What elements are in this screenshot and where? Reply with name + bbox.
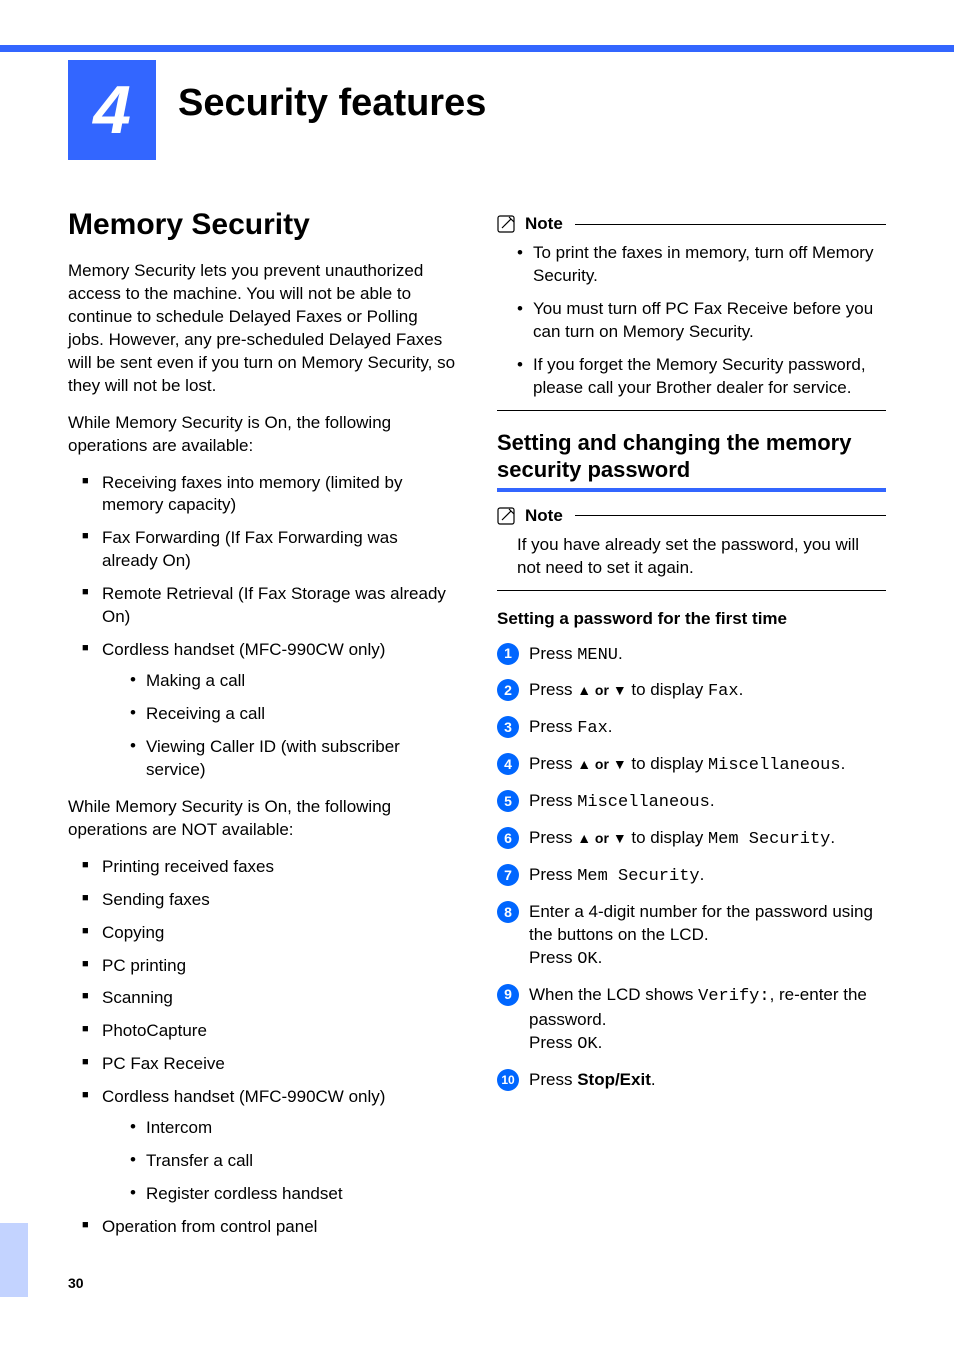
procedure-heading: Setting a password for the first time [497, 609, 886, 629]
list-item: Sending faxes [82, 889, 457, 912]
chapter-header: 4 Security features [68, 62, 886, 160]
not-available-list: Printing received faxes Sending faxes Co… [82, 856, 457, 1239]
step: 6 Press ▲ or ▼ to display Mem Security. [497, 827, 886, 852]
list-item: Printing received faxes [82, 856, 457, 879]
step-number-icon: 10 [497, 1069, 519, 1091]
list-item-label: Cordless handset (MFC-990CW only) [102, 640, 385, 659]
step-number-icon: 4 [497, 753, 519, 775]
note-box: Note •To print the faxes in memory, turn… [497, 214, 886, 411]
note-text: If you have already set the password, yo… [497, 532, 886, 590]
paragraph: While Memory Security is On, the followi… [68, 796, 457, 842]
step: 5 Press Miscellaneous. [497, 790, 886, 815]
list-item-label: Cordless handset (MFC-990CW only) [102, 1087, 385, 1106]
step-number-icon: 5 [497, 790, 519, 812]
page-number: 30 [68, 1275, 84, 1291]
step: 3 Press Fax. [497, 716, 886, 741]
left-column: Memory Security Memory Security lets you… [68, 208, 457, 1253]
note-label: Note [525, 214, 563, 234]
chapter-title: Security features [156, 62, 486, 160]
list-item: Receiving faxes into memory (limited by … [82, 472, 457, 518]
list-item: Operation from control panel [82, 1216, 457, 1239]
section-heading: Memory Security [68, 208, 457, 242]
note-box: Note If you have already set the passwor… [497, 506, 886, 591]
side-tab [0, 1223, 28, 1297]
step: 4 Press ▲ or ▼ to display Miscellaneous. [497, 753, 886, 778]
step: 10 Press Stop/Exit. [497, 1069, 886, 1092]
list-item: Receiving a call [130, 703, 457, 726]
step-number-icon: 9 [497, 984, 519, 1006]
subsection-heading: Setting and changing the memory security… [497, 429, 886, 484]
step: 9 When the LCD shows Verify:, re-enter t… [497, 984, 886, 1057]
step-number-icon: 1 [497, 643, 519, 665]
step: 7 Press Mem Security. [497, 864, 886, 889]
chapter-number: 4 [68, 60, 156, 160]
paragraph: Memory Security lets you prevent unautho… [68, 260, 457, 398]
list-item: PC printing [82, 955, 457, 978]
note-item: •If you forget the Memory Security passw… [517, 354, 886, 400]
note-item: •To print the faxes in memory, turn off … [517, 242, 886, 288]
list-item: Intercom [130, 1117, 457, 1140]
note-item: •You must turn off PC Fax Receive before… [517, 298, 886, 344]
list-item: Making a call [130, 670, 457, 693]
step: 8 Enter a 4-digit number for the passwor… [497, 901, 886, 972]
step-number-icon: 2 [497, 679, 519, 701]
step-number-icon: 3 [497, 716, 519, 738]
available-list: Receiving faxes into memory (limited by … [82, 472, 457, 782]
list-item: Cordless handset (MFC-990CW only) Interc… [82, 1086, 457, 1206]
steps-list: 1 Press MENU. 2 Press ▲ or ▼ to display … [497, 643, 886, 1092]
list-item: Transfer a call [130, 1150, 457, 1173]
list-item: Cordless handset (MFC-990CW only) Making… [82, 639, 457, 782]
heading-underline [497, 488, 886, 492]
list-item: Remote Retrieval (If Fax Storage was alr… [82, 583, 457, 629]
list-item: PC Fax Receive [82, 1053, 457, 1076]
list-item: Viewing Caller ID (with subscriber servi… [130, 736, 457, 782]
right-column: Note •To print the faxes in memory, turn… [497, 208, 886, 1253]
note-icon [497, 507, 519, 525]
list-item: Scanning [82, 987, 457, 1010]
list-item: PhotoCapture [82, 1020, 457, 1043]
step-number-icon: 7 [497, 864, 519, 886]
step: 2 Press ▲ or ▼ to display Fax. [497, 679, 886, 704]
step-number-icon: 6 [497, 827, 519, 849]
list-item: Register cordless handset [130, 1183, 457, 1206]
paragraph: While Memory Security is On, the followi… [68, 412, 457, 458]
step: 1 Press MENU. [497, 643, 886, 668]
list-item: Fax Forwarding (If Fax Forwarding was al… [82, 527, 457, 573]
note-icon [497, 215, 519, 233]
note-label: Note [525, 506, 563, 526]
list-item: Copying [82, 922, 457, 945]
step-number-icon: 8 [497, 901, 519, 923]
